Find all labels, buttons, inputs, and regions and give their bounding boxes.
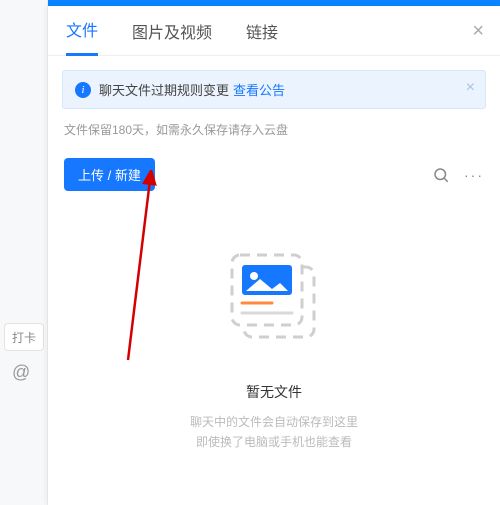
sidebar-chip-daka[interactable]: 打卡	[4, 323, 44, 351]
search-icon[interactable]	[432, 166, 450, 184]
empty-title: 暂无文件	[246, 382, 302, 402]
files-panel: 文件 图片及视频 链接 × i 聊天文件过期规则变更 查看公告 × 文件保留18…	[48, 6, 500, 505]
notice-banner: i 聊天文件过期规则变更 查看公告 ×	[62, 70, 486, 109]
empty-description: 聊天中的文件会自动保存到这里 即使换了电脑或手机也能查看	[190, 412, 358, 453]
sidebar-at-icon[interactable]: @	[12, 362, 30, 383]
notice-text: 聊天文件过期规则变更	[99, 80, 229, 99]
tab-files[interactable]: 文件	[66, 6, 98, 56]
empty-state: 暂无文件 聊天中的文件会自动保存到这里 即使换了电脑或手机也能查看	[48, 245, 500, 453]
image-placeholder-icon	[214, 245, 334, 360]
toolbar: 上传 / 新建 ···	[64, 158, 484, 191]
upload-new-button[interactable]: 上传 / 新建	[64, 158, 155, 191]
close-icon[interactable]: ×	[472, 20, 484, 43]
left-sidebar: 打卡 @	[0, 0, 48, 505]
notice-close-icon[interactable]: ×	[466, 79, 475, 97]
more-icon[interactable]: ···	[464, 167, 484, 183]
info-icon: i	[75, 82, 91, 98]
tab-bar: 文件 图片及视频 链接 ×	[48, 6, 500, 56]
notice-link[interactable]: 查看公告	[233, 80, 285, 99]
retention-hint: 文件保留180天，如需永久保存请存入云盘	[64, 121, 484, 138]
tab-images-videos[interactable]: 图片及视频	[132, 6, 212, 56]
tab-links[interactable]: 链接	[246, 6, 278, 56]
